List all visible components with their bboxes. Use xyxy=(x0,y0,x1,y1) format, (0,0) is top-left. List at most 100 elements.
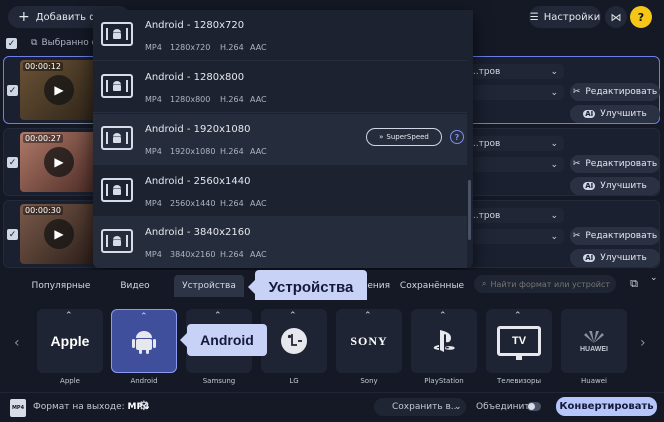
edit-button[interactable]: ✂ Редактировать xyxy=(570,227,660,245)
tab-saved[interactable]: Сохранённые xyxy=(396,275,468,297)
save-to-select[interactable]: Сохранить в... ⌄ xyxy=(374,398,466,416)
play-icon[interactable]: ▶ xyxy=(44,147,74,177)
output-format-label: Формат на выходе: xyxy=(33,402,125,412)
search-icon: ⌕ xyxy=(482,279,487,288)
device-label: Телевизоры xyxy=(496,377,541,385)
tv-logo: TV xyxy=(511,335,527,347)
device-label: PlayStation xyxy=(424,377,464,385)
fast-forward-icon: » xyxy=(379,133,384,141)
video-thumbnail[interactable]: 00:00:12 ▶ xyxy=(20,60,98,120)
chevron-up-icon: ⌃ xyxy=(364,311,372,321)
device-tile-apple[interactable]: ⌃ Apple xyxy=(37,309,103,373)
format-search[interactable]: ⌕ xyxy=(474,275,616,293)
huawei-logo-icon xyxy=(584,330,604,343)
bottom-bar: MP4 Формат на выходе: MP4 ⚙ Сохранить в.… xyxy=(0,392,664,422)
help-icon[interactable]: ? xyxy=(450,130,464,144)
chevron-down-icon: ⌄ xyxy=(550,138,558,149)
preset-item[interactable]: Android - 1280x720 MP4 1280x720 H.264 AAC xyxy=(93,10,467,61)
device-tile-playstation[interactable]: ⌃ xyxy=(411,309,477,373)
chevron-up-icon: ⌃ xyxy=(514,311,522,321)
android-phone-icon xyxy=(101,126,133,150)
tab-video[interactable]: Видео xyxy=(100,275,170,297)
file-checkbox[interactable]: ✓ xyxy=(7,85,18,96)
device-label: LG xyxy=(289,377,299,385)
preset-select[interactable]: ...тров ⌄ xyxy=(464,136,564,151)
enhance-button[interactable]: AI Улучшить xyxy=(570,177,660,195)
preset-item[interactable]: Android - 2560x1440 MP4 2560x1440 H.264 AAC xyxy=(93,166,467,217)
plus-icon: + xyxy=(18,9,30,25)
enhance-label: Улучшить xyxy=(600,181,647,191)
superspeed-label: SuperSpeed xyxy=(386,133,429,141)
duration-label: 00:00:12 xyxy=(23,62,63,71)
enhance-button[interactable]: AI Улучшить xyxy=(570,249,660,267)
file-checkbox[interactable]: ✓ xyxy=(7,157,18,168)
tab-devices[interactable]: Устройства xyxy=(174,275,244,297)
file-checkbox[interactable]: ✓ xyxy=(7,229,18,240)
preset-specs: MP4 1920x1080 H.264 AAC xyxy=(145,147,267,156)
chevron-down-icon[interactable]: ⌄ xyxy=(650,273,658,283)
share-icon: ⋈ xyxy=(610,10,622,24)
dropdown-scrollbar[interactable] xyxy=(468,180,471,240)
android-phone-icon xyxy=(101,229,133,253)
ai-icon: AI xyxy=(583,254,596,262)
audio-select[interactable]: ⌄ xyxy=(464,157,564,172)
superspeed-badge: » SuperSpeed xyxy=(366,128,442,146)
preset-select[interactable]: ...тров ⌄ xyxy=(464,64,564,79)
android-preset-dropdown: Android - 1280x720 MP4 1280x720 H.264 AAC A… xyxy=(93,10,473,268)
device-label: Apple xyxy=(60,377,80,385)
play-icon[interactable]: ▶ xyxy=(44,75,74,105)
preset-item[interactable]: Android - 1920x1080 MP4 1920x1080 H.264 AAC… xyxy=(93,114,467,165)
lg-logo-icon xyxy=(281,328,307,354)
preset-title: Android - 1920x1080 xyxy=(145,124,251,135)
video-thumbnail[interactable]: 00:00:27 ▶ xyxy=(20,132,98,192)
select-all-checkbox[interactable]: ✓ xyxy=(6,38,17,49)
preset-item[interactable]: Android - 1280x800 MP4 1280x800 H.264 AAC xyxy=(93,62,467,113)
duration-label: 00:00:30 xyxy=(23,206,63,215)
share-button[interactable]: ⋈ xyxy=(605,6,627,28)
add-format-icon[interactable]: ⧉ xyxy=(626,277,642,293)
edit-label: Редактировать xyxy=(585,159,658,169)
huawei-logo-text: HUAWEI xyxy=(580,345,608,353)
device-tile-lg[interactable]: ⌃ xyxy=(261,309,327,373)
device-tile-huawei[interactable]: HUAWEI xyxy=(561,309,627,373)
chevron-left-icon[interactable]: ‹ xyxy=(14,335,20,351)
edit-button[interactable]: ✂ Редактировать xyxy=(570,83,660,101)
tools-icon: ✂ xyxy=(572,231,581,241)
chevron-down-icon: ⌄ xyxy=(550,231,558,242)
preset-specs: MP4 2560x1440 H.264 AAC xyxy=(145,199,267,208)
settings-button[interactable]: ☰ Настройки xyxy=(529,6,601,28)
device-label: Samsung xyxy=(202,377,236,385)
audio-select[interactable]: ⌄ xyxy=(464,229,564,244)
device-label: Sony xyxy=(360,377,378,385)
play-icon[interactable]: ▶ xyxy=(44,219,74,249)
video-thumbnail[interactable]: 00:00:30 ▶ xyxy=(20,204,98,264)
preset-select[interactable]: ...тров ⌄ xyxy=(464,208,564,223)
help-button[interactable]: ? xyxy=(630,6,652,28)
gear-icon[interactable]: ⚙ xyxy=(138,399,150,414)
chevron-down-icon: ⌄ xyxy=(550,66,558,77)
device-tile-tv[interactable]: ⌃ TV xyxy=(486,309,552,373)
chevron-down-icon: ⌄ xyxy=(550,210,558,221)
sliders-icon: ☰ xyxy=(529,11,539,23)
tv-icon: TV xyxy=(497,326,541,360)
tab-popular[interactable]: Популярные xyxy=(26,275,96,297)
merge-toggle[interactable] xyxy=(527,402,541,411)
chevron-down-icon: ⌄ xyxy=(550,159,558,170)
preset-item[interactable]: Android - 3840x2160 MP4 3840x2160 H.264 AAC xyxy=(93,217,467,268)
format-search-input[interactable] xyxy=(490,279,611,289)
chevron-right-icon[interactable]: › xyxy=(640,335,646,351)
convert-button[interactable]: Конвертировать xyxy=(556,397,657,416)
chevron-up-icon: ⌃ xyxy=(289,311,297,321)
output-format-icon: MP4 xyxy=(10,399,26,417)
android-phone-icon xyxy=(101,22,133,46)
device-tile-sony[interactable]: ⌃ SONY xyxy=(336,309,402,373)
enhance-button[interactable]: AI Улучшить xyxy=(570,105,660,123)
device-tile-android[interactable]: ⌃ xyxy=(111,309,177,373)
preset-select-value: ...тров xyxy=(470,66,501,77)
preset-select-value: ...тров xyxy=(470,210,501,221)
android-icon xyxy=(132,331,156,354)
edit-button[interactable]: ✂ Редактировать xyxy=(570,155,660,173)
audio-select[interactable]: ⌄ xyxy=(464,85,564,100)
files-icon: ⧉ xyxy=(31,38,38,48)
edit-label: Редактировать xyxy=(585,87,658,97)
